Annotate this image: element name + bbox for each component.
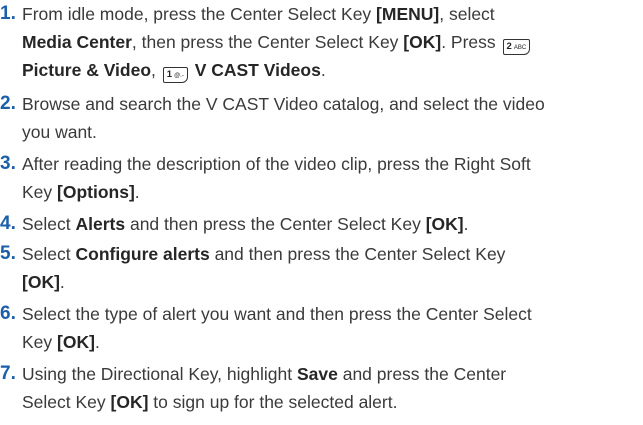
text: . <box>134 182 140 202</box>
menu-name: Configure alerts <box>75 244 210 264</box>
key-name: [OK] <box>403 32 442 52</box>
step-number: 3. <box>0 153 16 174</box>
menu-name: Alerts <box>75 214 126 234</box>
step-text-line: Select Key [OK] to sign up for the selec… <box>22 388 397 416</box>
text: . Press <box>441 32 501 52</box>
text: Select the type of alert you want and th… <box>22 304 532 324</box>
instruction-list: 1. From idle mode, press the Center Sele… <box>0 0 643 425</box>
text: Select <box>22 244 76 264</box>
menu-name: Media Center <box>22 32 132 52</box>
key-name: [OK] <box>110 392 149 412</box>
key-name: [Options] <box>57 182 135 202</box>
text: . <box>463 214 469 234</box>
step-text-line: From idle mode, press the Center Select … <box>22 0 495 28</box>
text: , select <box>439 4 495 24</box>
key-name: [OK] <box>57 332 95 352</box>
text: . <box>94 332 100 352</box>
text: and press the Center <box>337 364 507 384</box>
text: , <box>151 60 161 80</box>
key-name: [OK] <box>22 272 60 292</box>
step-text-line: you want. <box>22 118 97 146</box>
key-2-icon: 2 ABC <box>502 39 531 55</box>
step-text-line: Media Center, then press the Center Sele… <box>22 28 532 56</box>
menu-name: Picture & Video <box>22 60 152 80</box>
text: Key <box>22 332 58 352</box>
text: After reading the description of the vid… <box>22 154 531 174</box>
text: you want. <box>22 122 97 142</box>
step-text-line: Key [Options]. <box>22 178 140 206</box>
menu-name: Save <box>296 364 338 384</box>
text: . <box>320 60 326 80</box>
key-name: [OK] <box>425 214 464 234</box>
text: and then press the Center Select Key <box>125 214 426 234</box>
step-text-line: Select Configure alerts and then press t… <box>22 240 505 268</box>
step-number: 1. <box>0 3 16 24</box>
text: and then press the Center Select Key <box>209 244 506 264</box>
text: Select Key <box>22 392 111 412</box>
key-1-icon: 1 @.- <box>162 67 188 83</box>
step-number: 6. <box>0 303 16 324</box>
step-text-line: Key [OK]. <box>22 328 100 356</box>
step-text-line: Select Alerts and then press the Center … <box>22 210 468 238</box>
step-text-line: Select the type of alert you want and th… <box>22 300 532 328</box>
text: Select <box>22 214 76 234</box>
text: Using the Directional Key, highlight <box>22 364 297 384</box>
step-text-line: Browse and search the V CAST Video catal… <box>22 90 545 118</box>
step-text-line: Picture & Video, 1 @.- V CAST Videos. <box>22 56 326 84</box>
step-text-line: [OK]. <box>22 268 65 296</box>
step-number: 4. <box>0 213 16 234</box>
text: to sign up for the selected alert. <box>148 392 398 412</box>
text: , then press the Center Select Key <box>131 32 404 52</box>
text: . <box>59 272 65 292</box>
step-number: 2. <box>0 93 16 114</box>
text: Key <box>22 182 58 202</box>
step-text-line: After reading the description of the vid… <box>22 150 531 178</box>
step-text-line: Using the Directional Key, highlight Sav… <box>22 360 506 388</box>
key-name: [MENU] <box>376 4 440 24</box>
step-number: 7. <box>0 363 16 384</box>
text: Browse and search the V CAST Video catal… <box>22 94 545 114</box>
step-number: 5. <box>0 243 16 264</box>
text: From idle mode, press the Center Select … <box>22 4 377 24</box>
menu-name: V CAST Videos <box>194 60 321 80</box>
